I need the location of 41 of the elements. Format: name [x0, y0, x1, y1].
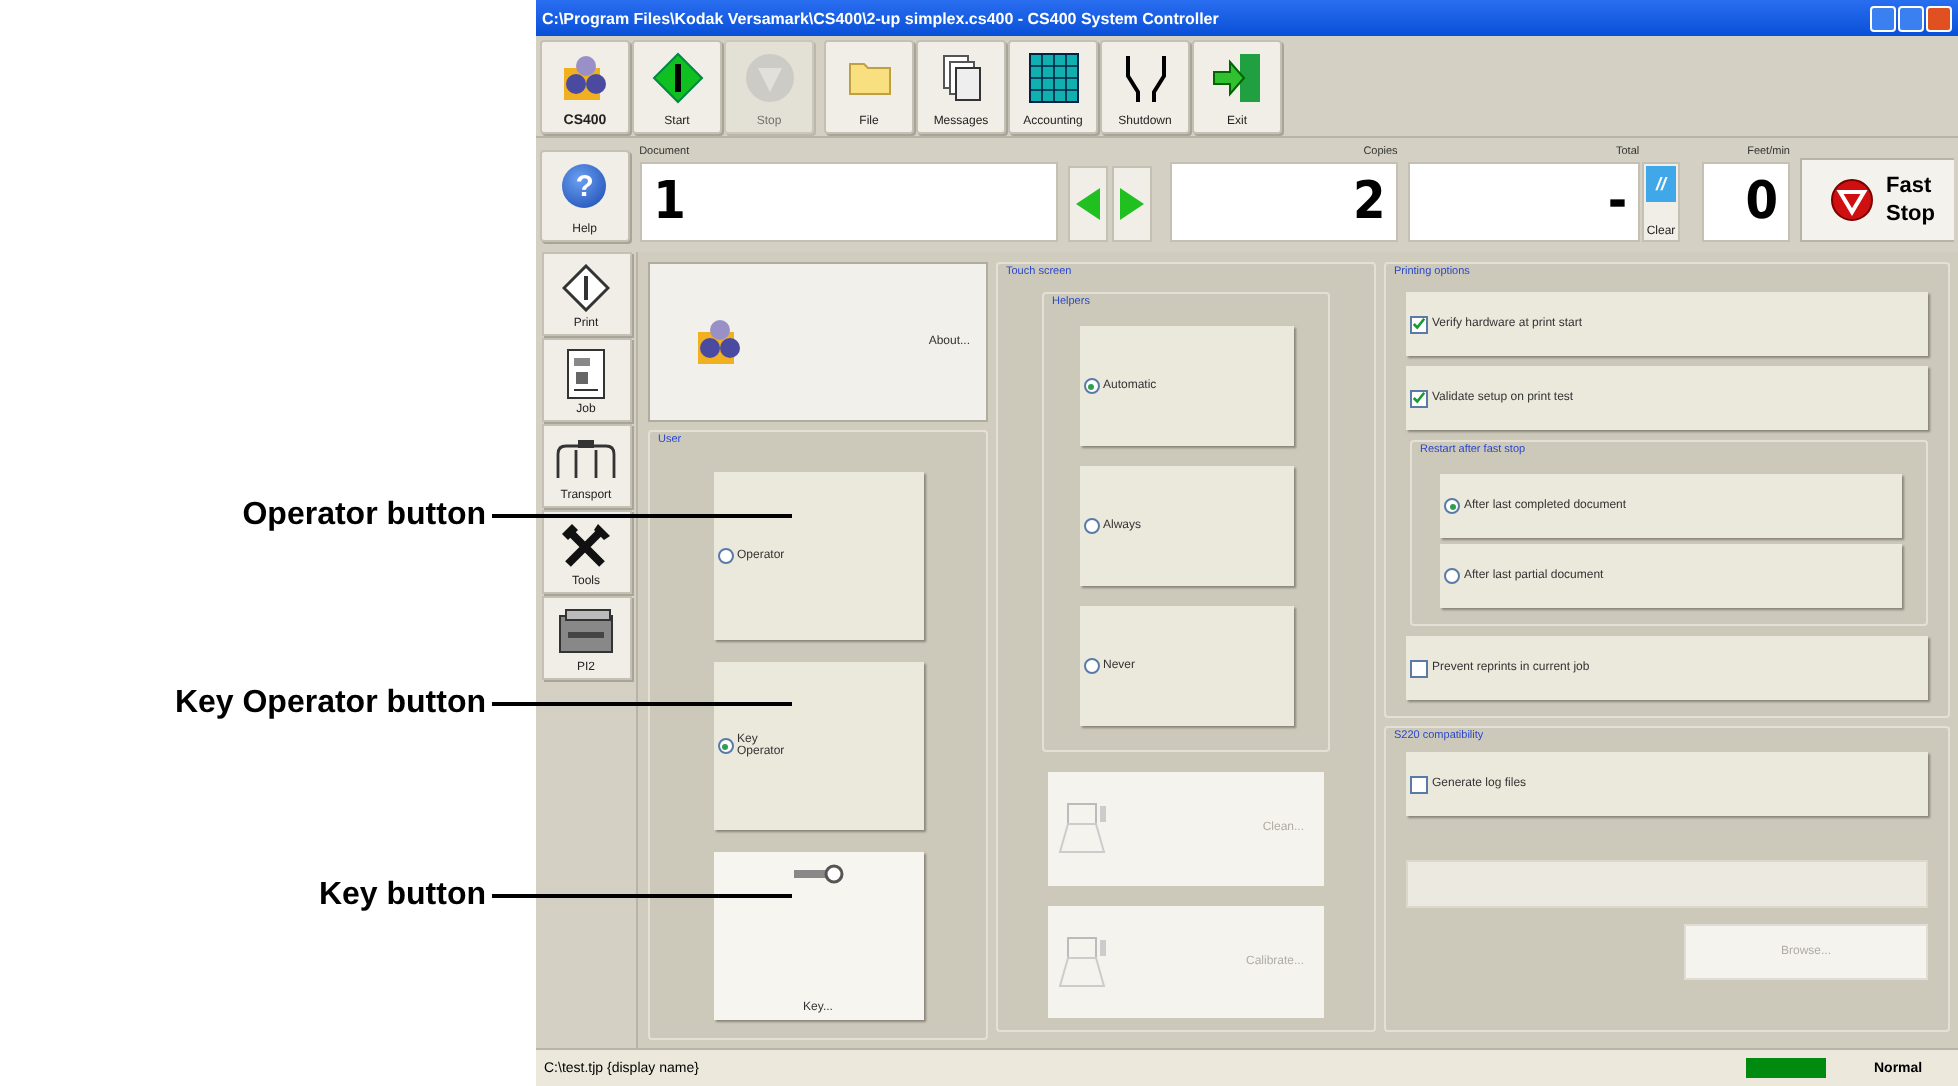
callout-label: Key button [316, 878, 486, 914]
checkbox[interactable] [1410, 659, 1428, 677]
maximize-button[interactable] [1898, 5, 1924, 31]
transport-icon [554, 438, 618, 482]
tools-icon [560, 522, 612, 570]
radio-button[interactable] [1444, 568, 1460, 584]
print-icon [562, 264, 610, 312]
callout-label: Key Operator button [172, 686, 486, 722]
copies-field[interactable]: 2 [1170, 162, 1398, 242]
logo-icon [559, 51, 611, 103]
checkbox[interactable] [1410, 775, 1428, 793]
document-icon [564, 348, 608, 400]
document-field[interactable]: 1 [639, 162, 1059, 242]
start-icon [651, 51, 703, 103]
radio-button[interactable] [1444, 498, 1460, 514]
exit-icon [1211, 51, 1263, 103]
pages-icon [939, 51, 983, 103]
total-field[interactable]: - [1407, 162, 1640, 242]
status-indicator [1746, 1058, 1826, 1078]
radio-button[interactable] [1083, 518, 1099, 534]
key-icon [792, 864, 844, 884]
close-button[interactable] [1926, 5, 1952, 31]
window-title: C:\Program Files\Kodak Versamark\CS400\2-up simplex.cs400 - CS400 System Controller [542, 9, 1219, 27]
checkbox[interactable] [1410, 315, 1428, 333]
funnel-icon [1121, 51, 1169, 103]
left-arrow-icon [1074, 186, 1103, 222]
checkbox[interactable] [1410, 389, 1428, 407]
grid-icon [1027, 51, 1079, 103]
radio-button[interactable] [1083, 378, 1099, 394]
help-icon: ? [562, 164, 607, 208]
printer-box-icon [556, 608, 616, 656]
radio-button[interactable] [1083, 658, 1099, 674]
fast-stop-button[interactable]: Fast Stop [1799, 158, 1954, 242]
radio-button[interactable] [717, 738, 733, 754]
radio-button[interactable] [717, 548, 733, 564]
callout-label: Operator button [240, 498, 486, 534]
logo-icon [694, 316, 746, 368]
right-arrow-icon [1118, 186, 1147, 222]
minimize-button[interactable] [1870, 5, 1896, 31]
stop-icon [1829, 178, 1874, 222]
feet-per-minute-field[interactable]: 0 [1702, 162, 1790, 242]
